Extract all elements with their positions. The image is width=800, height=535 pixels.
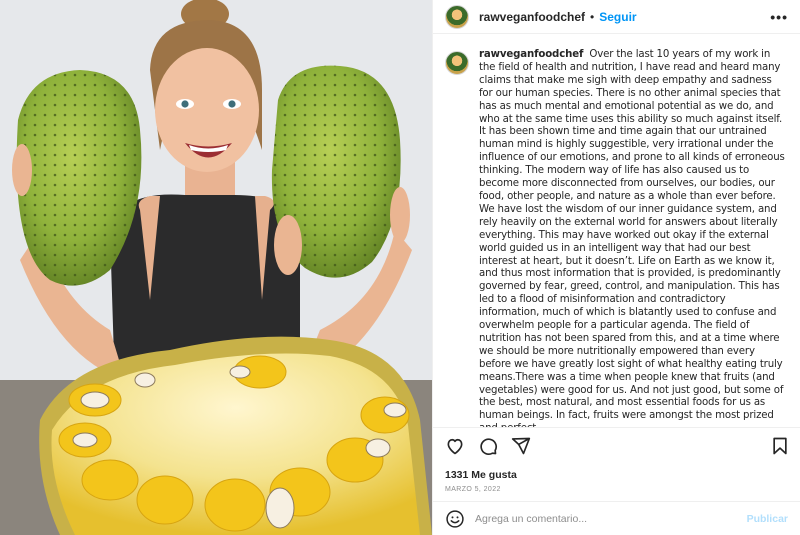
bookmark-icon[interactable] <box>770 436 790 456</box>
comment-icon[interactable] <box>478 436 498 456</box>
caption-text: Over the last 10 years of my work in the… <box>479 49 785 427</box>
avatar[interactable] <box>445 4 469 29</box>
follow-button[interactable]: Seguir <box>599 10 636 24</box>
post-header: rawveganfoodchef • Seguir ••• <box>433 0 800 34</box>
caption-area: rawveganfoodchef Over the last 10 years … <box>433 34 800 427</box>
more-icon[interactable]: ••• <box>770 9 788 25</box>
heart-icon[interactable] <box>445 436 465 456</box>
instagram-post: rawveganfoodchef • Seguir ••• rawveganfo… <box>0 0 800 535</box>
caption-avatar[interactable] <box>445 51 469 75</box>
header-username[interactable]: rawveganfoodchef <box>479 10 585 24</box>
emoji-icon[interactable] <box>445 509 465 529</box>
post-date: MARZO 5, 2022 <box>445 486 501 493</box>
comment-input[interactable] <box>475 512 747 525</box>
send-icon[interactable] <box>511 436 531 456</box>
publish-button[interactable]: Publicar <box>747 513 788 525</box>
caption-username[interactable]: rawveganfoodchef <box>479 49 583 60</box>
photo-illustration <box>0 0 432 535</box>
likes-count[interactable]: 1331 Me gusta <box>433 463 800 481</box>
action-bar <box>433 427 800 463</box>
header-separator: • <box>590 9 595 24</box>
post-photo[interactable] <box>0 0 432 535</box>
comment-bar: Publicar <box>433 501 800 535</box>
post-side-panel: rawveganfoodchef • Seguir ••• rawveganfo… <box>432 0 800 535</box>
post-caption: rawveganfoodchef Over the last 10 years … <box>479 49 788 427</box>
